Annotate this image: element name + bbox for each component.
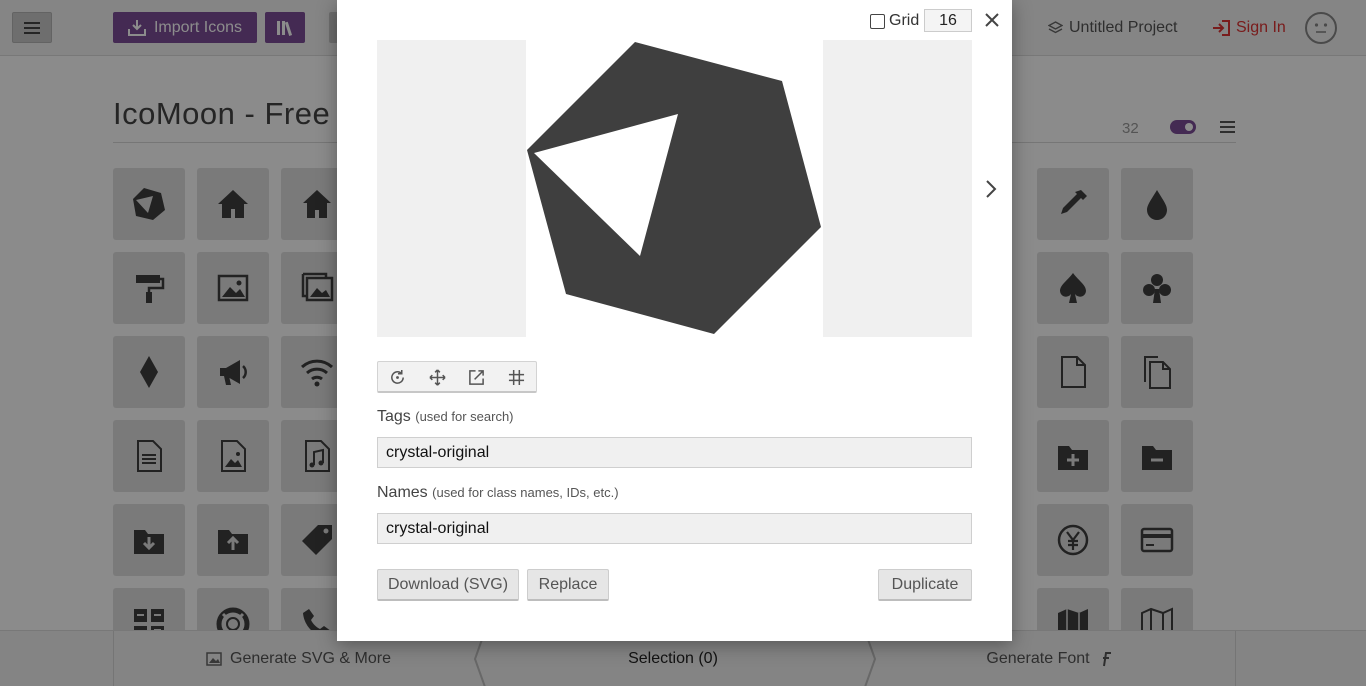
- names-hint: (used for class names, IDs, etc.): [432, 485, 619, 500]
- close-icon: [985, 13, 999, 27]
- icon-canvas: [526, 40, 823, 337]
- next-icon-arrow[interactable]: [983, 178, 999, 200]
- grid-checkbox[interactable]: [870, 13, 885, 29]
- tags-label: Tags (used for search): [377, 408, 514, 426]
- icon-editor-dialog: Grid Tags (used for search) Names (: [337, 0, 1012, 641]
- duplicate-button[interactable]: Duplicate: [878, 569, 972, 601]
- grid-toggle[interactable]: Grid: [870, 12, 919, 30]
- tags-label-text: Tags: [377, 408, 411, 425]
- move-icon: [429, 368, 446, 386]
- tags-input[interactable]: [377, 437, 972, 468]
- names-label: Names (used for class names, IDs, etc.): [377, 484, 619, 502]
- tags-hint: (used for search): [415, 409, 514, 424]
- names-label-text: Names: [377, 484, 428, 501]
- scale-tool-button[interactable]: [457, 362, 497, 392]
- names-input[interactable]: [377, 513, 972, 544]
- move-tool-button[interactable]: [418, 362, 458, 392]
- grid-size-input[interactable]: [924, 9, 972, 32]
- crop-grid-icon: [508, 369, 524, 385]
- rotate-tool-button[interactable]: [378, 362, 418, 392]
- edit-toolbar: [377, 361, 537, 393]
- scale-icon: [469, 369, 485, 385]
- grid-tool-button[interactable]: [497, 362, 537, 392]
- rotate-icon: [391, 369, 405, 384]
- crystal-original-icon: [527, 42, 821, 334]
- close-button[interactable]: [982, 8, 1002, 32]
- replace-button[interactable]: Replace: [527, 569, 609, 601]
- icon-preview: [377, 40, 972, 337]
- download-svg-button[interactable]: Download (SVG): [377, 569, 519, 601]
- grid-label: Grid: [889, 12, 920, 29]
